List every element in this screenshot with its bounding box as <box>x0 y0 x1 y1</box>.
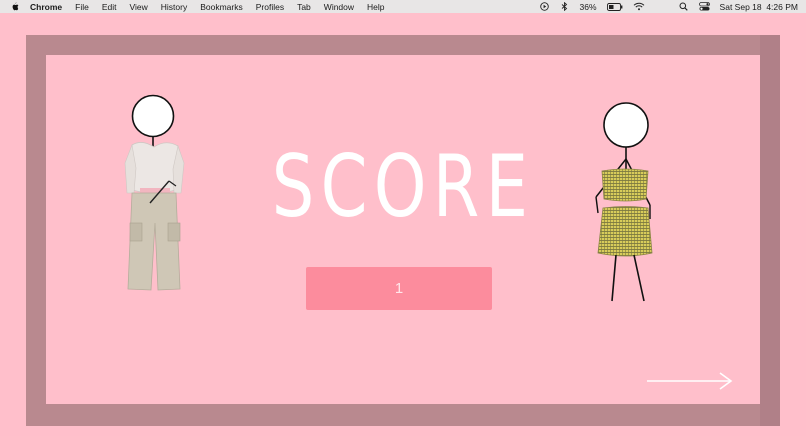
next-arrow-button[interactable] <box>644 370 736 392</box>
apple-icon[interactable] <box>10 2 20 11</box>
control-center-icon[interactable] <box>698 2 710 11</box>
wifi-icon[interactable] <box>633 2 645 11</box>
menu-bookmarks[interactable]: Bookmarks <box>200 2 243 12</box>
menu-items: Chrome File Edit View History Bookmarks … <box>30 2 385 12</box>
menu-profiles[interactable]: Profiles <box>256 2 284 12</box>
menu-bar: Chrome File Edit View History Bookmarks … <box>0 0 806 13</box>
score-value-box: 1 <box>306 267 492 310</box>
battery-icon[interactable] <box>606 2 623 11</box>
menu-help[interactable]: Help <box>367 2 384 12</box>
status-area: 36% Sat Sep 18 4:26 PM <box>540 0 798 13</box>
play-icon[interactable] <box>540 2 550 11</box>
menu-tab[interactable]: Tab <box>297 2 311 12</box>
menu-history[interactable]: History <box>161 2 187 12</box>
search-icon[interactable] <box>679 2 689 11</box>
menu-file[interactable]: File <box>75 2 89 12</box>
menu-view[interactable]: View <box>129 2 147 12</box>
bluetooth-icon[interactable] <box>560 2 570 11</box>
menu-app-chrome[interactable]: Chrome <box>30 2 62 12</box>
menu-window[interactable]: Window <box>324 2 354 12</box>
score-value: 1 <box>394 280 404 297</box>
arrow-right-icon <box>647 372 733 390</box>
battery-percent: 36% <box>579 1 597 12</box>
frame-edge <box>760 35 780 426</box>
menu-clock[interactable]: Sat Sep 18 4:26 PM <box>720 2 798 12</box>
right-outfit-figure <box>588 101 660 306</box>
menu-edit[interactable]: Edit <box>102 2 117 12</box>
